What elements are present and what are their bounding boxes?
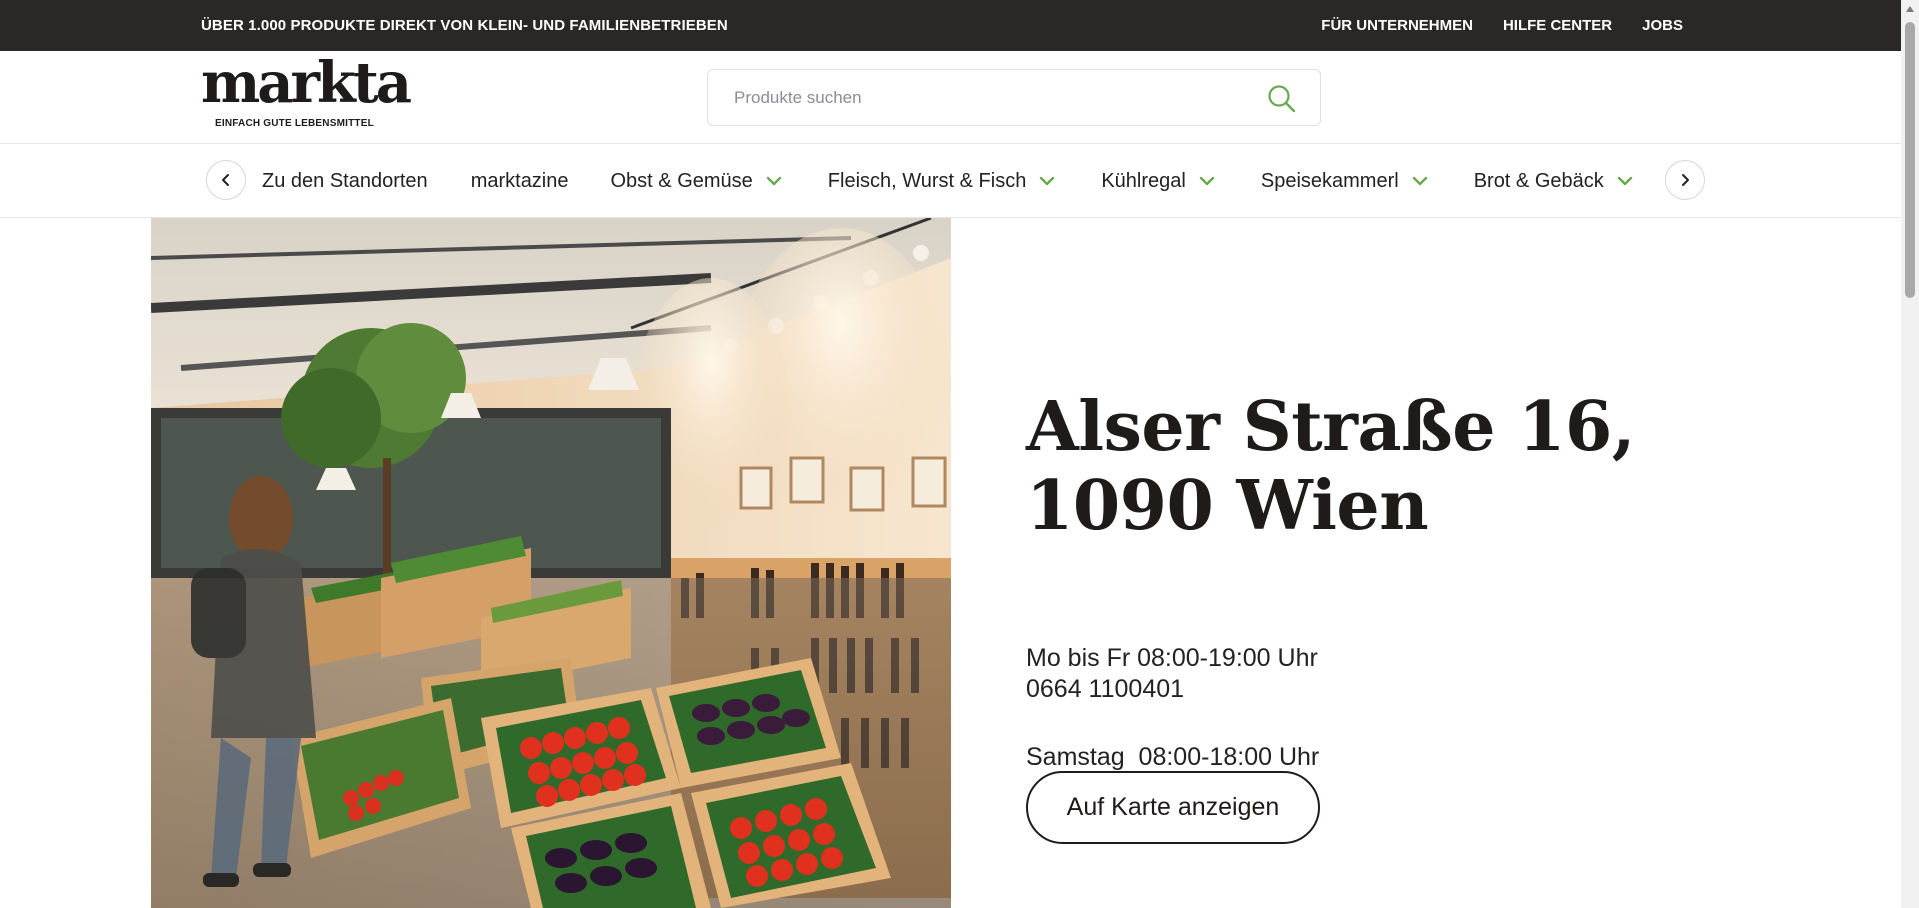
address-line-1: Alser Straße 16, bbox=[1026, 387, 1635, 467]
store-address: Alser Straße 16, 1090 Wien bbox=[1026, 388, 1726, 546]
nav-item-label: Fleisch, Wurst & Fisch bbox=[827, 169, 1027, 192]
store-phone: 0664 1100401 bbox=[1026, 675, 1185, 703]
chevron-down-icon bbox=[766, 176, 781, 186]
site-header: markta EINFACH GUTE LEBENSMITTEL bbox=[0, 51, 1901, 144]
search-icon[interactable] bbox=[1266, 83, 1298, 115]
nav-item-marktazine[interactable]: marktazine bbox=[471, 170, 569, 193]
show-on-map-button[interactable]: Auf Karte anzeigen bbox=[1026, 771, 1320, 844]
promo-text: ÜBER 1.000 PRODUKTE DIREKT VON KLEIN- UN… bbox=[201, 17, 728, 34]
logo-wordmark: markta bbox=[201, 50, 412, 116]
chevron-down-icon bbox=[1412, 176, 1427, 186]
nav-item-label: Zu den Standorten bbox=[262, 169, 428, 192]
nav-item-speisekammerl[interactable]: Speisekammerl bbox=[1261, 170, 1428, 193]
for-business-link[interactable]: FÜR UNTERNEHMEN bbox=[1321, 17, 1473, 34]
nav-item-label: Brot & Gebäck bbox=[1473, 169, 1604, 192]
nav-item-label: marktazine bbox=[470, 169, 569, 192]
nav-item-label: Obst & Gemüse bbox=[610, 169, 753, 192]
hours-weekdays: Mo bis Fr 08:00-19:00 Uhr bbox=[1026, 644, 1318, 672]
top-links: FÜR UNTERNEHMEN HILFE CENTER JOBS bbox=[1321, 17, 1683, 34]
nav-item-locations[interactable]: Zu den Standorten bbox=[262, 170, 428, 193]
nav-items: Zu den Standorten marktazine Obst & Gemü… bbox=[262, 144, 1633, 218]
jobs-link[interactable]: JOBS bbox=[1642, 17, 1683, 34]
address-line-2: 1090 Wien bbox=[1026, 466, 1429, 546]
markta-logo[interactable]: markta EINFACH GUTE LEBENSMITTEL bbox=[201, 55, 412, 133]
chevron-down-icon bbox=[1617, 176, 1632, 186]
nav-item-label: Kühlregal bbox=[1101, 169, 1186, 192]
chevron-left-icon bbox=[222, 174, 229, 186]
search-box bbox=[707, 69, 1321, 126]
nav-item-kuehlregal[interactable]: Kühlregal bbox=[1101, 170, 1215, 193]
top-announcement-bar: ÜBER 1.000 PRODUKTE DIREKT VON KLEIN- UN… bbox=[0, 0, 1901, 51]
nav-item-label: Speisekammerl bbox=[1260, 169, 1399, 192]
hours-saturday: Samstag 08:00-18:00 Uhr bbox=[1026, 743, 1320, 771]
page-scrollbar[interactable] bbox=[1901, 0, 1919, 908]
store-photo bbox=[151, 218, 951, 908]
chevron-right-icon bbox=[1682, 174, 1689, 186]
scrollbar-thumb[interactable] bbox=[1905, 22, 1915, 298]
logo-tagline: EINFACH GUTE LEBENSMITTEL bbox=[215, 118, 374, 129]
nav-item-fleisch-wurst-fisch[interactable]: Fleisch, Wurst & Fisch bbox=[828, 170, 1056, 193]
scroll-up-arrow-icon[interactable] bbox=[1906, 6, 1914, 12]
search-input[interactable] bbox=[708, 70, 1248, 125]
category-nav: Zu den Standorten marktazine Obst & Gemü… bbox=[0, 144, 1901, 218]
chevron-down-icon bbox=[1040, 176, 1055, 186]
help-center-link[interactable]: HILFE CENTER bbox=[1503, 17, 1612, 34]
nav-next-button[interactable] bbox=[1665, 160, 1705, 200]
nav-prev-button[interactable] bbox=[206, 160, 246, 200]
nav-item-obst-gemuese[interactable]: Obst & Gemüse bbox=[611, 170, 782, 193]
nav-item-brot-gebaeck[interactable]: Brot & Gebäck bbox=[1474, 170, 1633, 193]
chevron-down-icon bbox=[1199, 176, 1215, 186]
